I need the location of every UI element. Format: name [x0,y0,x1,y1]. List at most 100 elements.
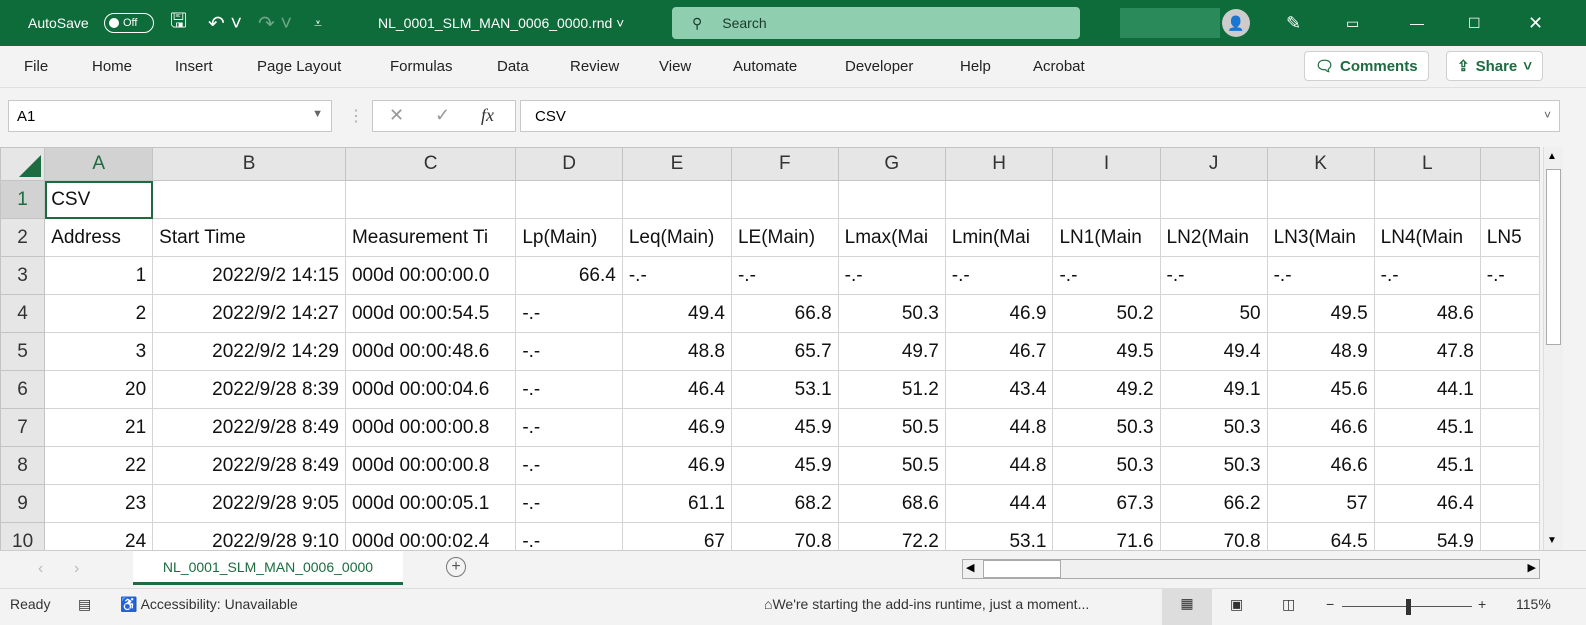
cell[interactable] [1479,180,1540,219]
cell[interactable]: 61.1 [621,484,732,523]
row-header[interactable]: 4 [0,294,46,333]
name-box[interactable]: A1 ▼ [8,100,332,132]
cell[interactable] [1373,180,1481,219]
cell[interactable]: Leq(Main) [621,218,732,257]
chevron-down-icon[interactable]: ▼ [312,108,323,120]
cell[interactable]: 49.4 [621,294,732,333]
customize-qat-icon[interactable]: ⩡ [314,0,322,46]
column-header[interactable]: E [621,147,732,181]
tab-page-layout[interactable]: Page Layout [257,58,341,75]
page-break-view-icon[interactable]: ◫ [1282,596,1295,613]
column-header[interactable]: I [1052,147,1161,181]
cell[interactable]: 46.6 [1266,408,1375,447]
cell[interactable] [944,180,1054,219]
cell[interactable] [1479,522,1540,550]
cell[interactable]: 20 [44,370,154,409]
tab-help[interactable]: Help [960,58,991,75]
cell[interactable]: Lmin(Mai [944,218,1054,257]
macro-record-icon[interactable]: ▤ [78,596,91,613]
sheet-tab[interactable]: NL_0001_SLM_MAN_0006_0000 [133,551,403,585]
prev-sheet-icon[interactable]: ‹ [38,560,43,578]
cell[interactable] [515,180,623,219]
cell[interactable]: 46.9 [621,408,732,447]
cell[interactable]: -.- [515,294,623,333]
cell[interactable]: 50.3 [1052,446,1161,485]
horizontal-scrollbar[interactable]: ◀ ▶ [962,559,1540,579]
ribbon-display-icon[interactable]: ▭ [1346,0,1359,46]
cell[interactable]: 000d 00:00:00.8 [344,408,517,447]
cell[interactable]: -.- [1266,256,1375,295]
column-header[interactable] [1479,147,1540,181]
cell[interactable]: 45.6 [1266,370,1375,409]
cell[interactable]: 66.8 [730,294,839,333]
cell[interactable]: 45.1 [1373,446,1481,485]
cell[interactable]: LE(Main) [730,218,839,257]
accessibility-status[interactable]: ♿ Accessibility: Unavailable [120,596,298,613]
row-header[interactable]: 6 [0,370,46,409]
cell[interactable]: 000d 00:00:05.1 [344,484,517,523]
next-sheet-icon[interactable]: › [74,560,79,578]
cell[interactable]: 50.3 [1159,446,1268,485]
cell[interactable]: -.- [515,370,623,409]
cell[interactable]: 50 [1159,294,1268,333]
tab-file[interactable]: File [24,58,48,75]
cell[interactable]: 70.8 [1159,522,1268,550]
cell[interactable]: Start Time [152,218,346,257]
column-header[interactable]: C [344,147,517,181]
cell[interactable]: 67 [621,522,732,550]
row-header[interactable]: 3 [0,256,46,295]
file-name[interactable]: NL_0001_SLM_MAN_0006_0000.rnd ˅ [378,0,624,46]
avatar[interactable]: 👤 [1222,9,1250,37]
cell[interactable]: 2022/9/28 9:05 [152,484,346,523]
cell[interactable]: 68.6 [837,484,946,523]
cell[interactable] [1479,370,1540,409]
row-header[interactable]: 5 [0,332,46,371]
cancel-icon[interactable]: ✕ [389,105,404,126]
cell[interactable]: 45.9 [730,446,839,485]
column-header[interactable]: D [515,147,623,181]
cell[interactable]: -.- [515,332,623,371]
cell[interactable]: 50.3 [1159,408,1268,447]
cell[interactable]: -.- [1373,256,1481,295]
cell[interactable]: 50.3 [837,294,946,333]
cell[interactable]: 46.4 [621,370,732,409]
cell[interactable]: 49.5 [1052,332,1161,371]
cell[interactable]: 2022/9/28 8:49 [152,408,346,447]
enter-icon[interactable]: ✓ [435,105,450,126]
cell[interactable]: LN2(Main [1159,218,1268,257]
cell[interactable]: -.- [1052,256,1161,295]
cell[interactable] [730,180,839,219]
cell[interactable]: 49.5 [1266,294,1375,333]
cell[interactable]: -.- [515,446,623,485]
cell[interactable]: Address [44,218,154,257]
cell[interactable]: 43.4 [944,370,1054,409]
cell[interactable]: LN4(Main [1373,218,1481,257]
cell[interactable]: 49.2 [1052,370,1161,409]
cell[interactable] [152,180,346,219]
cell[interactable]: 000d 00:00:00.8 [344,446,517,485]
zoom-out-icon[interactable]: − [1326,596,1334,612]
cell[interactable]: 70.8 [730,522,839,550]
insert-function-icon[interactable]: fx [481,105,494,126]
cell[interactable]: 46.9 [944,294,1054,333]
cell[interactable]: -.- [515,408,623,447]
row-header[interactable]: 7 [0,408,46,447]
cell[interactable]: 44.1 [1373,370,1481,409]
cell[interactable]: 2022/9/28 8:39 [152,370,346,409]
cell[interactable]: LN3(Main [1266,218,1375,257]
expand-formula-icon[interactable]: ˅ [1544,108,1551,122]
cell[interactable]: -.- [837,256,946,295]
cell[interactable]: 22 [44,446,154,485]
row-header[interactable]: 10 [0,522,46,550]
tab-insert[interactable]: Insert [175,58,213,75]
cell[interactable]: CSV [44,180,154,219]
cell[interactable]: 66.4 [515,256,623,295]
tab-developer[interactable]: Developer [845,58,913,75]
cell[interactable]: 50.2 [1052,294,1161,333]
cell[interactable]: 45.1 [1373,408,1481,447]
cell[interactable]: 67.3 [1052,484,1161,523]
cell[interactable]: -.- [730,256,839,295]
spreadsheet-grid[interactable]: A B C D E F G H I J K L 1 CSV 2 Address Start Time Measur… [0,147,1540,550]
cell[interactable] [1159,180,1268,219]
page-layout-view-icon[interactable]: ▣ [1230,596,1243,613]
